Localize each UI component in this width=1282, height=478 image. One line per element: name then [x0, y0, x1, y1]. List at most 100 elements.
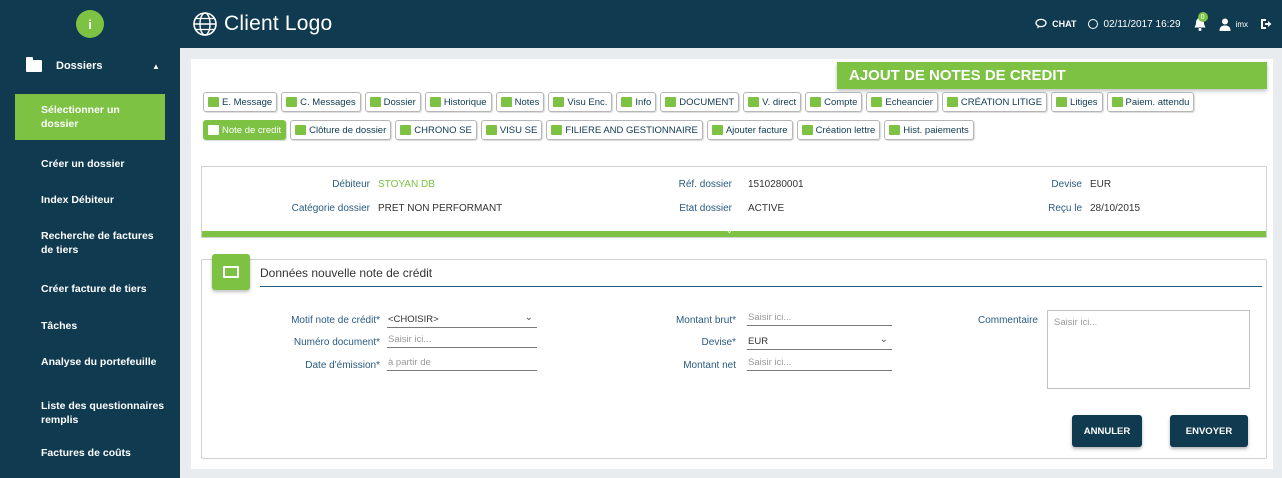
toolbar-note-de-credit-button[interactable]: Note de credit	[203, 120, 287, 140]
toolbar-notes-button[interactable]: Notes	[495, 92, 545, 112]
toolbar-button-label: VISU SE	[499, 124, 538, 136]
brand-logo-text: Client Logo	[224, 12, 333, 35]
document-icon	[665, 97, 677, 107]
sidebar-section-dossiers[interactable]: Dossiers ▲	[0, 48, 180, 84]
toolbar-button-label: FILIERE AND GESTIONNAIRE	[565, 124, 698, 136]
chat-icon	[1035, 18, 1049, 31]
toolbar-litiges-button[interactable]: Litiges	[1051, 92, 1103, 112]
devise-select[interactable]: EUR ⌄	[747, 334, 892, 350]
echeancier-icon	[871, 97, 883, 107]
date-emission-label: Date d'émission*	[305, 360, 380, 371]
visu-enc-icon	[553, 97, 565, 107]
etat-dossier-value: ACTIVE	[748, 203, 785, 214]
cloture-de-dossier-icon	[295, 125, 307, 135]
toolbar-hist-paiements-button[interactable]: Hist. paiements	[884, 120, 974, 140]
ajouter-facture-icon	[711, 125, 723, 135]
cancel-button[interactable]: ANNULER	[1072, 415, 1142, 447]
hist-paiements-icon	[889, 125, 901, 135]
categorie-value: PRET NON PERFORMANT	[378, 203, 503, 214]
toolbar-row-1: E. Message C. Messages Dossier Historique No…	[203, 92, 1195, 112]
dossier-info-card: Débiteur STOYAN DB Catégorie dossier PRE…	[201, 166, 1267, 238]
toolbar-historique-button[interactable]: Historique	[424, 92, 492, 112]
form-title: Données nouvelle note de crédit	[260, 266, 433, 280]
dossier-icon	[369, 97, 381, 107]
numero-document-input[interactable]: Saisir ici...	[387, 334, 537, 348]
sidebar: i Dossiers ▲ Sélectionner un dossier Cré…	[0, 0, 180, 478]
sidebar-item-creer-dossier[interactable]: Créer un dossier	[0, 157, 134, 171]
toolbar-info-button[interactable]: Info	[616, 92, 657, 112]
debiteur-label: Débiteur	[332, 179, 370, 190]
info-icon	[621, 97, 633, 107]
recu-le-label: Reçu le	[1048, 203, 1082, 214]
toolbar-cloture-de-dossier-button[interactable]: Clôture de dossier	[290, 120, 392, 140]
sidebar-item-factures-couts[interactable]: Factures de coûts	[0, 446, 141, 460]
montant-brut-label: Montant brut*	[675, 315, 736, 326]
toolbar-filiere-and-gestionnaire-button[interactable]: FILIERE AND GESTIONNAIRE	[546, 120, 703, 140]
montant-brut-input[interactable]: Saisir ici...	[747, 312, 892, 326]
compte-icon	[810, 97, 822, 107]
toolbar-button-label: Dossier	[383, 96, 416, 108]
submit-button[interactable]: ENVOYER	[1170, 415, 1248, 447]
logout-icon[interactable]	[1260, 18, 1272, 30]
toolbar-button-label: CHRONO SE	[414, 124, 472, 136]
info-card-collapse-bar[interactable]	[202, 231, 1266, 237]
filiere-and-gestionnaire-icon	[551, 125, 563, 135]
datetime-text: 02/11/2017 16:29	[1103, 18, 1181, 30]
toolbar-button-label: Historique	[443, 96, 487, 108]
toolbar-visu-enc-button[interactable]: Visu Enc.	[548, 92, 613, 112]
sidebar-item-analyse[interactable]: Analyse du portefeuille	[0, 355, 167, 369]
visu-se-icon	[485, 125, 497, 135]
note-de-credit-icon	[208, 125, 219, 135]
debiteur-value[interactable]: STOYAN DB	[378, 179, 435, 190]
toolbar-compte-button[interactable]: Compte	[805, 92, 863, 112]
caret-up-icon: ▲	[152, 62, 160, 71]
sidebar-item-selectionner[interactable]: Sélectionner un dossier	[15, 94, 165, 140]
montant-net-input[interactable]: Saisir ici...	[747, 357, 892, 371]
sidebar-item-index-debiteur[interactable]: Index Débiteur	[0, 193, 124, 207]
creation-lettre-icon	[801, 125, 813, 135]
toolbar-creation-lettre-button[interactable]: Création lettre	[796, 120, 881, 140]
toolbar-dossier-button[interactable]: Dossier	[364, 92, 421, 112]
toolbar-button-label: Visu Enc.	[567, 96, 608, 108]
sidebar-item-questionnaires[interactable]: Liste des questionnaires remplis	[0, 399, 175, 427]
toolbar-document-button[interactable]: DOCUMENT	[660, 92, 740, 112]
toolbar-v-direct-button[interactable]: V. direct	[743, 92, 802, 112]
info-logo-icon[interactable]: i	[76, 10, 104, 38]
notifications-button[interactable]: 0	[1193, 12, 1208, 32]
toolbar-paiem-attendu-button[interactable]: Paiem. attendu	[1106, 92, 1195, 112]
toolbar-chrono-se-button[interactable]: CHRONO SE	[395, 120, 477, 140]
sidebar-item-creer-facture[interactable]: Créer facture de tiers	[0, 282, 157, 296]
sidebar-section-label: Dossiers	[56, 60, 103, 72]
toolbar-button-label: Echeancier	[885, 96, 933, 108]
user-name: imx	[1235, 19, 1248, 29]
toolbar-echeancier-button[interactable]: Echeancier	[866, 92, 938, 112]
toolbar-button-label: Note de credit	[222, 124, 282, 136]
page-title: AJOUT DE NOTES DE CREDIT	[837, 62, 1267, 89]
commentaire-label: Commentaire	[977, 315, 1038, 326]
chat-button[interactable]: CHAT	[1035, 18, 1076, 31]
chevron-down-icon: ⌄	[524, 312, 533, 323]
recu-le-value: 28/10/2015	[1090, 203, 1141, 214]
litiges-icon	[1056, 97, 1068, 107]
commentaire-textarea[interactable]: Saisir ici...	[1047, 310, 1250, 389]
toolbar-button-label: Info	[635, 96, 652, 108]
toolbar-ajouter-facture-button[interactable]: Ajouter facture	[706, 120, 793, 140]
sidebar-item-taches[interactable]: Tâches	[0, 319, 87, 333]
date-emission-input[interactable]: à partir de	[387, 357, 537, 371]
toolbar-creation-litige-button[interactable]: CRÉATION LITIGE	[941, 92, 1048, 112]
v-direct-icon	[748, 97, 760, 107]
devise-value: EUR	[1090, 179, 1112, 190]
toolbar-row-2: Note de credit Clôture de dossier CHRONO S…	[203, 120, 974, 140]
toolbar-button-label: Compte	[824, 96, 858, 108]
devise-label: Devise	[1051, 179, 1082, 190]
folder-icon	[26, 57, 42, 72]
toolbar-button-label: E. Message	[222, 96, 273, 108]
toolbar-c-messages-button[interactable]: C. Messages	[281, 92, 361, 112]
toolbar-button-label: Notes	[514, 96, 540, 108]
user-menu[interactable]: imx	[1219, 18, 1248, 31]
motif-select[interactable]: <CHOISIR> ⌄	[387, 312, 537, 328]
sidebar-item-recherche-factures[interactable]: Recherche de factures de tiers	[0, 229, 170, 257]
toolbar-visu-se-button[interactable]: VISU SE	[480, 120, 543, 140]
toolbar-e-message-button[interactable]: E. Message	[203, 92, 278, 112]
chevron-down-icon[interactable]: ⌄	[726, 226, 733, 235]
